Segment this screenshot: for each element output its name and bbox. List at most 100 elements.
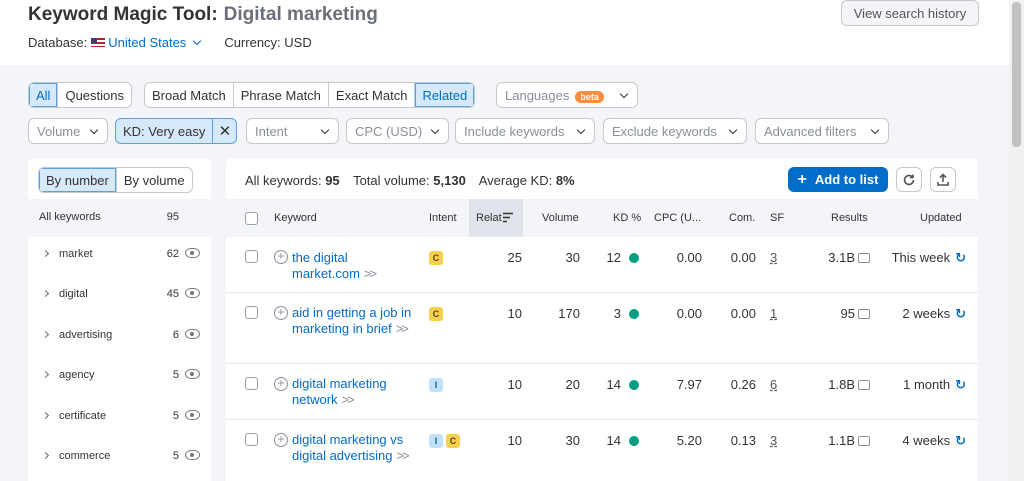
all-keywords-count: 95 [166, 211, 179, 223]
refresh-icon[interactable]: ↻ [955, 377, 966, 393]
kd-filter-chip[interactable]: KD: Very easy ✕ [115, 118, 238, 144]
column-related[interactable]: Relat [476, 212, 502, 224]
chevron-down-icon [89, 125, 99, 134]
eye-icon[interactable] [185, 369, 200, 379]
results-cell[interactable]: 1.1B [828, 433, 870, 448]
column-cpc[interactable]: CPC (U... [654, 212, 701, 224]
group-item[interactable]: certificate 5 [28, 399, 211, 439]
eye-icon[interactable] [185, 329, 200, 339]
double-chevron-icon[interactable]: >> [342, 392, 355, 407]
serp-features-count[interactable]: 3 [770, 250, 777, 265]
row-checkbox[interactable] [245, 250, 258, 263]
chevron-right-icon[interactable] [41, 249, 50, 258]
serp-icon[interactable] [858, 436, 870, 446]
column-serp-features[interactable]: SF [770, 212, 784, 224]
results-cell[interactable]: 3.1B [828, 250, 870, 265]
select-all-checkbox[interactable] [245, 212, 258, 225]
results-cell[interactable]: 95 [841, 306, 870, 321]
kd-filter-label[interactable]: KD: Very easy [116, 119, 212, 143]
group-item[interactable]: commerce 5 [28, 439, 211, 479]
group-item[interactable]: agency 5 [28, 358, 211, 398]
column-competition[interactable]: Com. [729, 212, 755, 224]
eye-icon[interactable] [185, 288, 200, 298]
tab-broad-match[interactable]: Broad Match [145, 83, 233, 107]
serp-icon[interactable] [858, 380, 870, 390]
chevron-down-icon[interactable] [193, 36, 202, 46]
average-kd-label: Average KD: [478, 173, 553, 188]
column-kd[interactable]: KD % [613, 212, 641, 224]
group-count: 62 [166, 248, 179, 260]
serp-features-count[interactable]: 3 [770, 433, 777, 448]
column-intent[interactable]: Intent [429, 212, 457, 224]
keyword-link[interactable]: digital marketing network >> [292, 376, 407, 407]
column-volume[interactable]: Volume [542, 212, 579, 224]
row-checkbox[interactable] [245, 306, 258, 319]
chevron-right-icon[interactable] [41, 411, 50, 420]
close-icon[interactable]: ✕ [212, 119, 236, 143]
row-checkbox[interactable] [245, 377, 258, 390]
double-chevron-icon[interactable]: >> [396, 448, 409, 463]
refresh-icon[interactable]: ↻ [955, 433, 966, 449]
keyword-text[interactable]: aid in getting a job in marketing in bri… [292, 305, 411, 336]
keyword-link[interactable]: digital marketing vs digital advertising… [292, 432, 422, 463]
add-keyword-icon[interactable]: + [274, 306, 288, 320]
database-selector[interactable]: United States [108, 35, 186, 50]
keyword-link[interactable]: the digital market.com >> [292, 250, 392, 281]
tab-phrase-match[interactable]: Phrase Match [232, 83, 328, 107]
advanced-filters[interactable]: Advanced filters [755, 118, 889, 144]
include-keywords-filter[interactable]: Include keywords [455, 118, 595, 144]
column-results[interactable]: Results [831, 212, 868, 224]
serp-icon[interactable] [858, 253, 870, 263]
export-button[interactable] [930, 167, 956, 192]
chevron-right-icon[interactable] [41, 289, 50, 298]
view-search-history-button[interactable]: View search history [841, 0, 979, 26]
scrollbar-thumb[interactable] [1012, 2, 1021, 147]
chevron-right-icon[interactable] [41, 330, 50, 339]
column-keyword[interactable]: Keyword [274, 212, 317, 224]
refresh-icon[interactable]: ↻ [955, 306, 966, 322]
chevron-right-icon[interactable] [41, 370, 50, 379]
table-row: + aid in getting a job in marketing in b… [226, 293, 978, 364]
tab-exact-match[interactable]: Exact Match [327, 83, 415, 107]
serp-icon[interactable] [858, 309, 870, 319]
match-type-tabs: Broad Match Phrase Match Exact Match Rel… [144, 82, 476, 108]
add-keyword-icon[interactable]: + [274, 377, 288, 391]
group-item[interactable]: market 62 [28, 237, 211, 277]
tab-all[interactable]: All [29, 83, 58, 107]
page-scrollbar[interactable] [1009, 0, 1024, 481]
refresh-button[interactable] [896, 167, 922, 192]
keyword-link[interactable]: aid in getting a job in marketing in bri… [292, 305, 417, 336]
sort-by-volume[interactable]: By volume [115, 168, 192, 192]
double-chevron-icon[interactable]: >> [396, 321, 409, 336]
column-updated[interactable]: Updated [920, 212, 962, 224]
languages-dropdown[interactable]: Languages beta [496, 82, 638, 108]
double-chevron-icon[interactable]: >> [364, 266, 377, 281]
add-to-list-button[interactable]: + Add to list [788, 167, 888, 192]
group-item[interactable]: advertising 6 [28, 318, 211, 358]
add-keyword-icon[interactable]: + [274, 433, 288, 447]
serp-features-count[interactable]: 6 [770, 377, 777, 392]
results-cell[interactable]: 1.8B [828, 377, 870, 392]
eye-icon[interactable] [185, 450, 200, 460]
cpc-filter[interactable]: CPC (USD) [346, 118, 449, 144]
eye-icon[interactable] [185, 410, 200, 420]
serp-features-count[interactable]: 1 [770, 306, 777, 321]
group-label: agency [59, 369, 95, 381]
keyword-text[interactable]: digital marketing network [292, 376, 387, 407]
tab-related[interactable]: Related [414, 83, 475, 107]
all-keywords-group[interactable]: All keywords 95 [28, 199, 211, 237]
refresh-icon[interactable]: ↻ [955, 250, 966, 266]
add-keyword-icon[interactable]: + [274, 250, 288, 264]
keyword-text[interactable]: digital marketing vs digital advertising [292, 432, 403, 463]
sort-by-number[interactable]: By number [39, 168, 116, 192]
row-checkbox[interactable] [245, 433, 258, 446]
group-item[interactable]: digital 45 [28, 277, 211, 317]
tab-questions[interactable]: Questions [57, 83, 131, 107]
exclude-keywords-filter[interactable]: Exclude keywords [603, 118, 747, 144]
intent-filter[interactable]: Intent [246, 118, 339, 144]
eye-icon[interactable] [185, 248, 200, 258]
chevron-right-icon[interactable] [41, 451, 50, 460]
volume-filter[interactable]: Volume [28, 118, 108, 144]
keyword-text[interactable]: the digital market.com [292, 250, 360, 281]
sort-descending-icon[interactable] [502, 212, 514, 223]
